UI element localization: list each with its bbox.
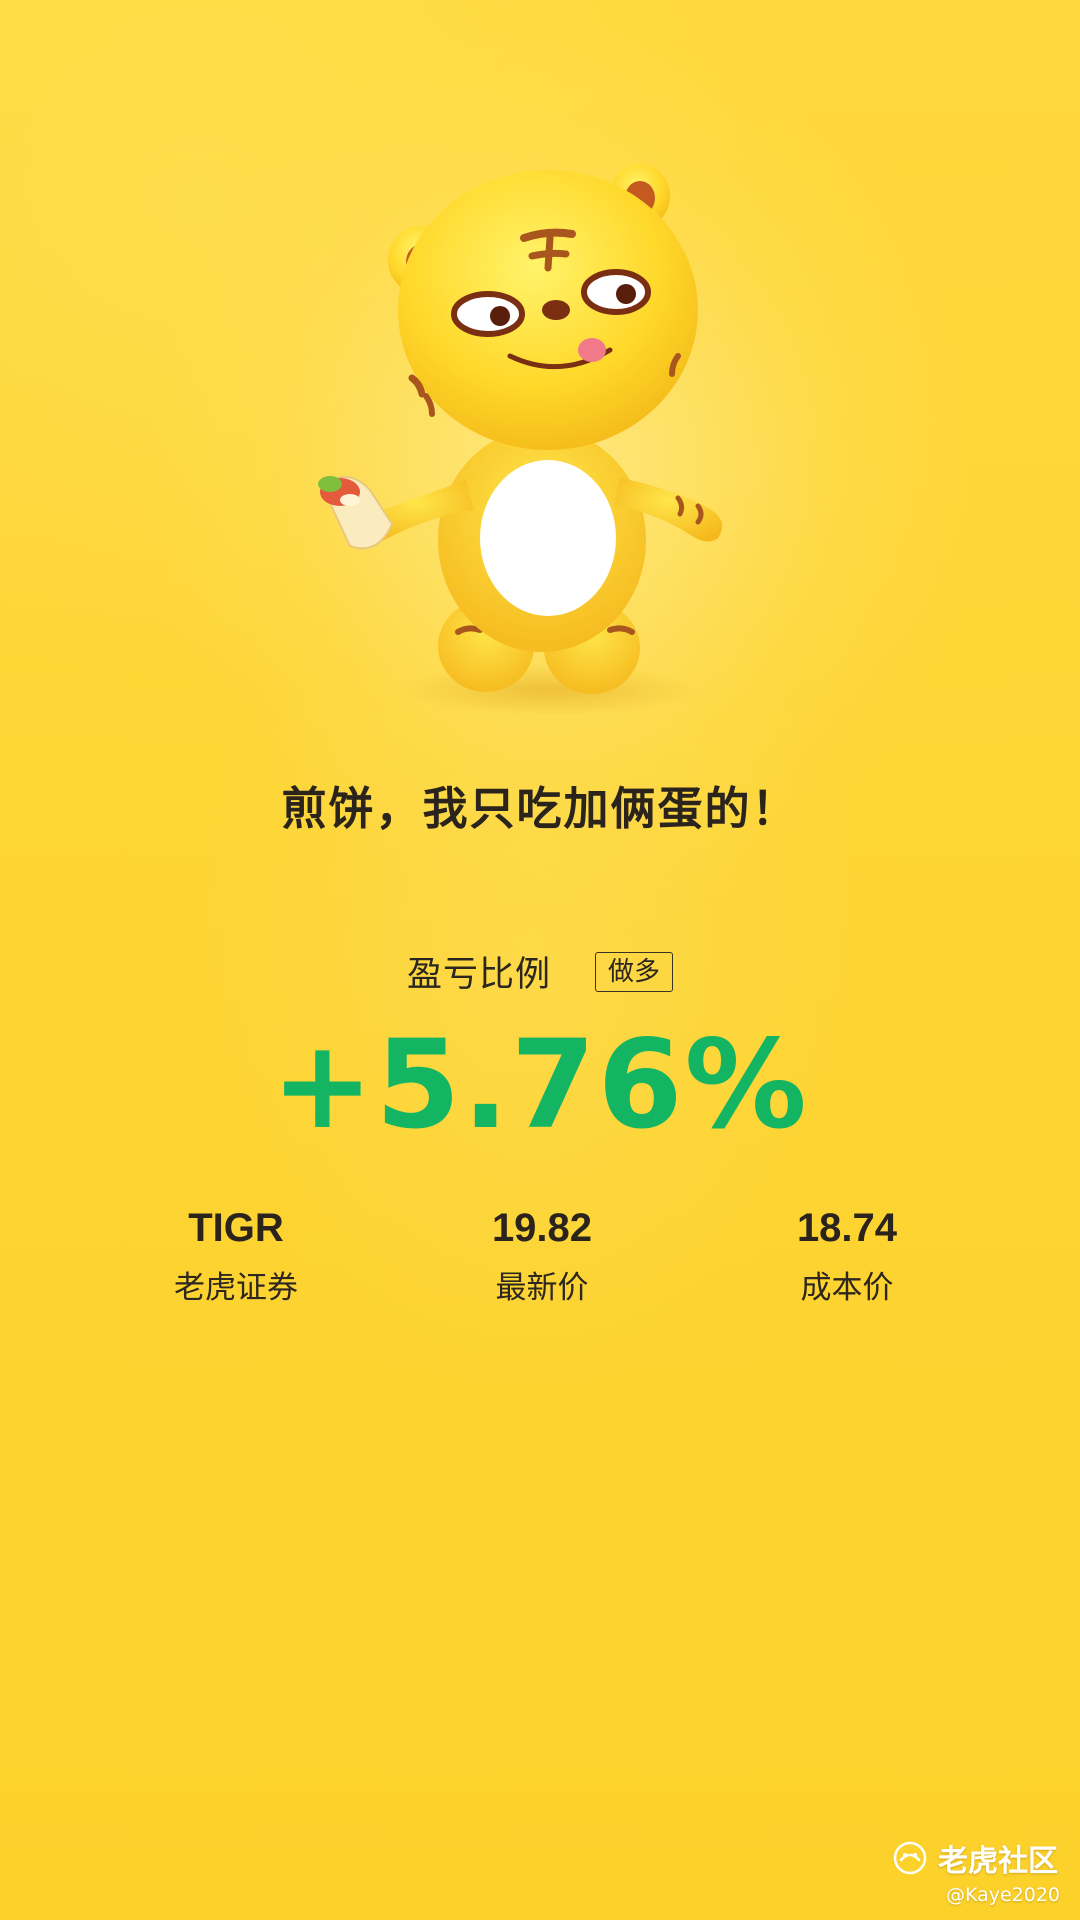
watermark-text: 老虎社区	[938, 1844, 1058, 1879]
stat-cost-price: 18.74 成本价	[737, 1200, 957, 1310]
direction-badge: 做多	[595, 951, 674, 992]
stat-label: 老虎证券	[174, 1270, 298, 1306]
stat-latest-price: 19.82 最新价	[432, 1200, 652, 1310]
profit-percent: +5.76%	[271, 1014, 809, 1156]
watermark: 老虎社区	[892, 1836, 1058, 1880]
stat-value: 19.82	[491, 1206, 593, 1250]
stat-value: 18.74	[796, 1206, 898, 1250]
profit-ratio-row: 盈亏比例 做多	[0, 946, 1080, 997]
stat-value: TIGR	[188, 1206, 284, 1250]
stat-label: 最新价	[495, 1270, 589, 1306]
headline: 煎饼，我只吃加俩蛋的！	[281, 782, 799, 835]
stat-symbol: TIGR 老虎证券	[126, 1200, 346, 1310]
tiger-mascot-icon	[318, 164, 723, 716]
tiger-logo-icon	[893, 1841, 927, 1875]
stat-label: 成本价	[800, 1270, 894, 1306]
watermark-handle: @Kaye2020	[945, 1884, 1060, 1906]
profit-ratio-label: 盈亏比例	[406, 955, 551, 995]
